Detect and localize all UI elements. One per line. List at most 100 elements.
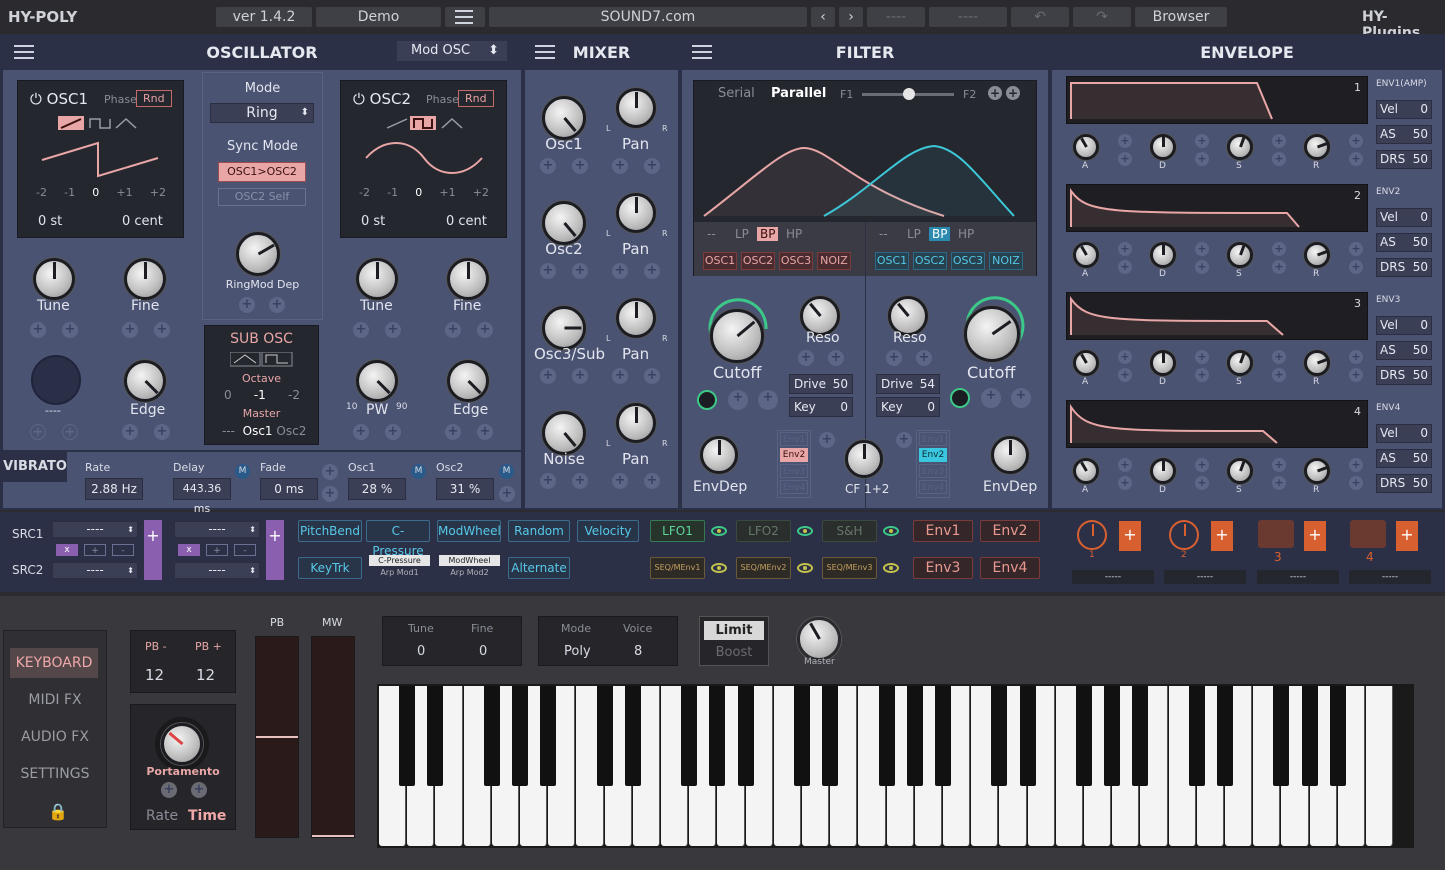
eye-icon[interactable] (883, 526, 899, 536)
mod-add[interactable]: + (385, 424, 401, 440)
osc1-cent[interactable]: 0 cent (122, 214, 163, 229)
mod-add[interactable]: + (1118, 134, 1132, 148)
filter-menu-icon[interactable] (692, 45, 712, 59)
mod-src-keytrk[interactable]: KeyTrk (298, 557, 362, 579)
mod-add[interactable]: + (1195, 476, 1209, 490)
mod-add[interactable]: + (122, 424, 138, 440)
sub-master-select[interactable]: --- Osc1 Osc2 (222, 424, 312, 438)
black-key[interactable] (681, 686, 698, 786)
sync-osc1-osc2-button[interactable]: OSC1>OSC2 (218, 162, 306, 182)
black-key[interactable] (737, 686, 754, 786)
eye-icon[interactable] (711, 526, 727, 536)
f1-cutoff-knob[interactable] (710, 309, 764, 363)
macro2-name[interactable]: ----- (1164, 570, 1246, 584)
macro1-assign[interactable]: + (1119, 521, 1141, 551)
osc2-waveform-select[interactable] (384, 116, 468, 132)
black-key[interactable] (1188, 686, 1205, 786)
voice-value[interactable]: 8 (634, 644, 642, 659)
black-key[interactable] (512, 686, 528, 786)
env3-as-field[interactable]: AS 50 (1376, 341, 1432, 360)
tab-midi-fx[interactable]: MIDI FX (10, 692, 100, 708)
osc1-semi-ticks[interactable]: -2 -1 0 +1 +2 (36, 186, 166, 199)
mod-add[interactable]: + (644, 368, 660, 384)
env3-display[interactable]: 3 (1066, 292, 1368, 340)
f2-key-field[interactable]: Key 0 (876, 397, 940, 417)
tab-settings[interactable]: SETTINGS (10, 766, 100, 782)
black-key[interactable] (1104, 686, 1121, 786)
env1-vel-field[interactable]: Vel 0 (1376, 100, 1432, 119)
black-key[interactable] (399, 686, 416, 786)
mod-add[interactable]: + (1118, 350, 1132, 364)
f1-env-2[interactable]: Env2 (780, 448, 808, 462)
f1-env-3[interactable]: Env3 (780, 464, 808, 478)
f1-env-mini-knob[interactable] (697, 390, 717, 410)
filter2-type-lp[interactable]: LP (907, 227, 921, 241)
filter2-src-osc2[interactable]: OSC2 (913, 252, 947, 270)
black-key[interactable] (1019, 686, 1036, 786)
filter1-src-osc1[interactable]: OSC1 (703, 252, 737, 270)
black-key[interactable] (1273, 686, 1290, 786)
mixer-level-knob[interactable] (542, 96, 586, 140)
mod-src-seq3[interactable]: SEQ/MEnv3 (822, 557, 877, 579)
black-key[interactable] (1329, 686, 1346, 786)
filter1-src-osc2[interactable]: OSC2 (741, 252, 775, 270)
white-key[interactable] (1366, 686, 1394, 846)
black-key[interactable] (1301, 686, 1318, 786)
mod-assign-button[interactable]: + (266, 520, 284, 580)
vibrato-osc1-field[interactable]: 28 % (348, 478, 406, 500)
mode-value[interactable]: Poly (564, 644, 591, 659)
filter-add-icon[interactable]: + (1006, 86, 1020, 100)
porta-time-button[interactable]: Time (188, 808, 226, 824)
pb-minus-value[interactable]: 12 (145, 666, 164, 684)
slot2[interactable]: ---- (929, 7, 1007, 27)
op-1[interactable]: + (84, 544, 106, 556)
f2-cutoff-knob[interactable] (964, 306, 1020, 362)
browser-button[interactable]: Browser (1135, 7, 1227, 27)
mod-add[interactable]: + (644, 473, 660, 489)
mod-add[interactable]: + (1118, 458, 1132, 472)
macro3-assign[interactable]: + (1304, 521, 1326, 551)
macro4-name[interactable]: ----- (1349, 570, 1431, 584)
cf-knob[interactable] (845, 440, 883, 478)
mod-add[interactable]: + (1349, 134, 1363, 148)
eye-icon[interactable] (883, 563, 899, 573)
osc1-edge-knob[interactable] (124, 360, 166, 402)
filter2-type-off[interactable]: -- (879, 227, 888, 241)
env4-d-knob[interactable] (1150, 458, 1176, 484)
mod-add[interactable]: + (1349, 476, 1363, 490)
mod-add[interactable]: + (1118, 368, 1132, 382)
vibrato-osc2-field[interactable]: 31 % (436, 478, 494, 500)
mod-add[interactable]: + (1272, 242, 1286, 256)
osc2-cent[interactable]: 0 cent (446, 214, 487, 229)
mod-add[interactable]: + (612, 368, 628, 384)
mod-src-modwheel[interactable]: ModWheel (437, 520, 501, 542)
pb-plus-value[interactable]: 12 (196, 666, 215, 684)
mod-add[interactable]: + (612, 158, 628, 174)
osc-menu-icon[interactable] (14, 45, 34, 59)
osc2-power[interactable]: ⏻ OSC2 (353, 90, 411, 108)
mod-src-seq2[interactable]: SEQ/MEnv2 (736, 557, 791, 579)
pw-knob[interactable] (356, 360, 398, 402)
mod-add[interactable]: + (644, 263, 660, 279)
env1-drs-field[interactable]: DRS 50 (1376, 150, 1432, 169)
fine-value[interactable]: 0 (479, 644, 487, 659)
black-key[interactable] (1132, 686, 1149, 786)
f1-drive-field[interactable]: Drive 50 (789, 374, 853, 394)
filter1-type-hp[interactable]: HP (786, 227, 802, 241)
mod-add[interactable]: + (981, 388, 1001, 408)
undo-button[interactable]: ↶ (1011, 7, 1069, 27)
mod-add[interactable]: + (1349, 350, 1363, 364)
f1-env-4[interactable]: Env4 (780, 480, 808, 494)
mod-add[interactable]: + (154, 424, 170, 440)
vibrato-osc2-mod[interactable]: M (499, 464, 514, 479)
vibrato-delay-field[interactable]: 443.36 ms (173, 478, 231, 515)
mod-add[interactable]: + (896, 432, 912, 448)
black-key[interactable] (596, 686, 613, 786)
mod-add[interactable]: + (385, 322, 401, 338)
mod-add[interactable]: + (886, 350, 902, 366)
mixer-menu-icon[interactable] (535, 45, 555, 59)
black-key[interactable] (935, 686, 951, 786)
mod-add[interactable]: + (1272, 368, 1286, 382)
f2-drive-field[interactable]: Drive 54 (876, 374, 940, 394)
src1-select-1[interactable]: ---- ⬍ (52, 521, 138, 538)
